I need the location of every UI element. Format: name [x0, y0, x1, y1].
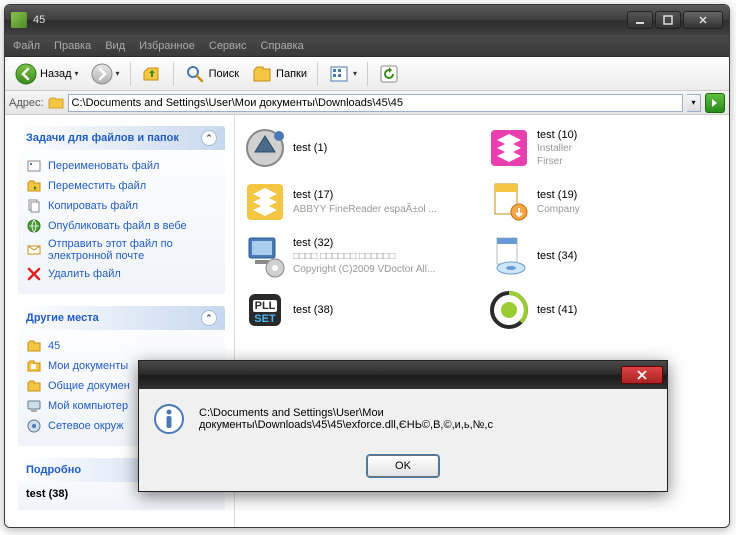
toolbar: Назад ▾ ▾ Поиск Папки ▾: [5, 57, 729, 91]
details-panel-title: Подробно: [26, 464, 81, 476]
dialog-titlebar[interactable]: [139, 361, 667, 389]
address-label: Адрес:: [9, 97, 44, 109]
back-button[interactable]: Назад ▾: [11, 61, 83, 87]
task-move[interactable]: Переместить файл: [26, 176, 217, 196]
collapse-icon: ⌃: [201, 310, 217, 326]
window-title: 45: [33, 14, 627, 26]
views-dropdown-icon: ▾: [353, 69, 357, 78]
folders-label: Папки: [276, 68, 307, 80]
menu-edit[interactable]: Правка: [54, 40, 91, 52]
menu-view[interactable]: Вид: [105, 40, 125, 52]
task-rename[interactable]: Переименовать файл: [26, 156, 217, 176]
go-button[interactable]: [705, 93, 725, 113]
menu-tools[interactable]: Сервис: [209, 40, 247, 52]
back-label: Назад: [40, 68, 72, 80]
places-panel-title: Другие места: [26, 312, 99, 324]
views-button[interactable]: ▾: [324, 61, 361, 87]
folder-icon: [48, 96, 64, 110]
svg-text:SET: SET: [254, 313, 276, 325]
task-email[interactable]: Отправить этот файл по электронной почте: [26, 236, 217, 264]
task-copy[interactable]: Копировать файл: [26, 196, 217, 216]
search-label: Поиск: [209, 68, 239, 80]
address-dropdown[interactable]: ▾: [687, 94, 701, 112]
app-icon: [11, 12, 27, 28]
place-parent-folder[interactable]: 45: [26, 336, 217, 356]
message-dialog: C:\Documents and Settings\User\Мои докум…: [138, 360, 668, 492]
up-button[interactable]: [137, 61, 167, 87]
task-delete[interactable]: Удалить файл: [26, 264, 217, 284]
task-publish[interactable]: Опубликовать файл в вебе: [26, 216, 217, 236]
address-input[interactable]: [68, 94, 683, 112]
file-item[interactable]: test (1): [243, 123, 477, 173]
close-button[interactable]: [683, 11, 723, 29]
file-item[interactable]: PLLSET test (38): [243, 285, 477, 335]
tasks-panel-title: Задачи для файлов и папок: [26, 132, 179, 144]
maximize-button[interactable]: [655, 11, 681, 29]
info-icon: [153, 403, 185, 435]
dialog-close-button[interactable]: [621, 366, 663, 384]
file-item[interactable]: test (34): [487, 231, 721, 281]
places-panel-header[interactable]: Другие места ⌃: [18, 306, 225, 330]
tasks-panel-header[interactable]: Задачи для файлов и папок ⌃: [18, 126, 225, 150]
dialog-message: C:\Documents and Settings\User\Мои докум…: [199, 407, 653, 431]
search-button[interactable]: Поиск: [180, 61, 243, 87]
titlebar[interactable]: 45: [5, 5, 729, 35]
back-dropdown-icon: ▾: [75, 69, 79, 78]
minimize-button[interactable]: [627, 11, 653, 29]
file-item[interactable]: test (19)Company: [487, 177, 721, 227]
refresh-button[interactable]: [374, 61, 404, 87]
tasks-panel: Задачи для файлов и папок ⌃ Переименоват…: [17, 125, 226, 295]
forward-dropdown-icon: ▾: [116, 69, 120, 78]
menu-help[interactable]: Справка: [261, 40, 304, 52]
address-bar: Адрес: ▾: [5, 91, 729, 115]
menu-file[interactable]: Файл: [13, 40, 40, 52]
file-item[interactable]: test (32)□□□□ □□□□□□ □□□□□□Copyright (C)…: [243, 231, 477, 281]
menubar: Файл Правка Вид Избранное Сервис Справка: [5, 35, 729, 57]
svg-text:PLL: PLL: [255, 300, 276, 312]
file-item[interactable]: test (41): [487, 285, 721, 335]
menu-favorites[interactable]: Избранное: [139, 40, 195, 52]
ok-button[interactable]: OK: [367, 455, 439, 477]
file-item[interactable]: test (17)ABBYY FineReader espaÃ±ol ...: [243, 177, 477, 227]
folders-button[interactable]: Папки: [247, 61, 311, 87]
file-item[interactable]: test (10)InstallerFirser: [487, 123, 721, 173]
forward-button[interactable]: ▾: [87, 61, 124, 87]
collapse-icon: ⌃: [201, 130, 217, 146]
